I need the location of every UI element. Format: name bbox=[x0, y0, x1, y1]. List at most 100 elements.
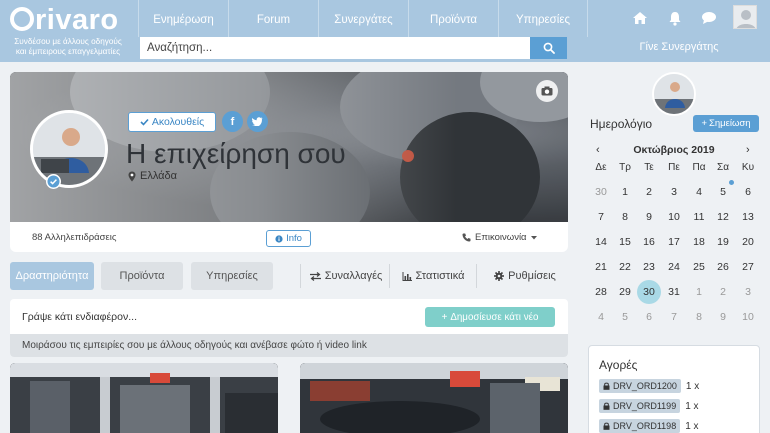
search-button[interactable] bbox=[530, 37, 567, 59]
calendar-day[interactable]: 7 bbox=[662, 306, 686, 328]
nav-item-services[interactable]: Υπηρεσίες bbox=[498, 0, 588, 37]
calendar-day[interactable]: 8 bbox=[687, 306, 711, 328]
calendar-day[interactable]: 22 bbox=[613, 256, 637, 278]
gear-icon bbox=[494, 271, 505, 281]
calendar-day[interactable]: 20 bbox=[736, 231, 760, 253]
nav-item-forum[interactable]: Forum bbox=[228, 0, 318, 37]
nav-item-partners[interactable]: Συνεργάτες bbox=[318, 0, 408, 37]
calendar-business-avatar[interactable] bbox=[652, 72, 696, 116]
calendar-day[interactable]: 11 bbox=[687, 206, 711, 228]
calendar-day[interactable]: 10 bbox=[662, 206, 686, 228]
calendar-day[interactable]: 7 bbox=[589, 206, 613, 228]
calendar-day[interactable]: 1 bbox=[687, 281, 711, 303]
interactions-count: 88 Αλληλεπιδράσεις bbox=[32, 232, 117, 243]
calendar-day[interactable]: 25 bbox=[687, 256, 711, 278]
calendar-day[interactable]: 2 bbox=[711, 281, 735, 303]
calendar-day[interactable]: 27 bbox=[736, 256, 760, 278]
feed-post-photo[interactable] bbox=[10, 363, 278, 433]
order-item[interactable]: DRV_ORD1200 1 x bbox=[599, 379, 699, 393]
logo-text: rivaro bbox=[35, 4, 119, 36]
calendar-day[interactable]: 2 bbox=[637, 181, 661, 203]
contact-label: Επικοινωνία bbox=[475, 232, 527, 243]
order-code-tag: DRV_ORD1200 bbox=[599, 379, 681, 393]
calendar-day[interactable]: 4 bbox=[589, 306, 613, 328]
calendar-day[interactable]: 3 bbox=[736, 281, 760, 303]
calendar-day[interactable]: 21 bbox=[589, 256, 613, 278]
calendar-day[interactable]: 24 bbox=[662, 256, 686, 278]
tab-statistics-label: Στατιστικά bbox=[415, 270, 465, 282]
calendar-day[interactable]: 1 bbox=[613, 181, 637, 203]
calendar-day[interactable]: 28 bbox=[589, 281, 613, 303]
tab-transactions[interactable]: Συναλλαγές bbox=[306, 262, 386, 290]
calendar-day[interactable]: 31 bbox=[662, 281, 686, 303]
weekday-header: Πε bbox=[668, 162, 680, 173]
calendar-day[interactable]: 19 bbox=[711, 231, 735, 253]
weekday-header: Τε bbox=[644, 162, 654, 173]
notifications-button[interactable] bbox=[665, 9, 685, 27]
become-partner-link[interactable]: Γίνε Συνεργάτης bbox=[588, 41, 770, 53]
business-profile-picture[interactable] bbox=[30, 110, 108, 188]
composer-prompt[interactable]: Γράψε κάτι ενδιαφέρον... bbox=[22, 311, 137, 323]
change-cover-button[interactable] bbox=[536, 80, 558, 102]
calendar-day[interactable]: 23 bbox=[637, 256, 661, 278]
calendar-day[interactable]: 13 bbox=[736, 206, 760, 228]
info-label: Info bbox=[286, 233, 302, 244]
tab-activity[interactable]: Δραστηριότητα bbox=[10, 262, 94, 290]
user-avatar[interactable] bbox=[733, 5, 757, 29]
profile-stats-row: 88 Αλληλεπιδράσεις Info Επικοινωνία bbox=[10, 222, 568, 252]
twitter-icon bbox=[252, 117, 263, 126]
calendar-day[interactable]: 26 bbox=[711, 256, 735, 278]
order-code-tag: DRV_ORD1199 bbox=[599, 399, 681, 413]
plus-icon: + bbox=[701, 118, 707, 129]
garage-photo bbox=[300, 363, 568, 433]
drivaro-logo[interactable]: rivaro bbox=[10, 4, 125, 36]
add-note-button[interactable]: + Σημείωση bbox=[693, 115, 759, 132]
facebook-button[interactable]: f bbox=[222, 111, 243, 132]
order-item[interactable]: DRV_ORD1198 1 x bbox=[599, 419, 699, 433]
calendar-day[interactable]: 18 bbox=[687, 231, 711, 253]
calendar-day[interactable]: 10 bbox=[736, 306, 760, 328]
exchange-icon bbox=[309, 271, 321, 281]
feed-post-photo[interactable] bbox=[300, 363, 568, 433]
calendar-day[interactable]: 16 bbox=[637, 231, 661, 253]
calendar-day[interactable]: 30 bbox=[589, 181, 613, 203]
twitter-button[interactable] bbox=[247, 111, 268, 132]
tab-statistics[interactable]: Στατιστικά bbox=[394, 262, 472, 290]
nav-item-news[interactable]: Ενημέρωση bbox=[138, 0, 228, 37]
tab-settings[interactable]: Ρυθμίσεις bbox=[482, 262, 568, 290]
info-button[interactable]: Info bbox=[266, 230, 311, 247]
follow-button[interactable]: Ακολουθείς bbox=[128, 112, 216, 132]
nav-item-products[interactable]: Προϊόντα bbox=[408, 0, 498, 37]
tab-services[interactable]: Υπηρεσίες bbox=[191, 262, 273, 290]
calendar-day[interactable]: 9 bbox=[637, 206, 661, 228]
calendar-day[interactable]: 9 bbox=[711, 306, 735, 328]
calendar-day[interactable]: 8 bbox=[613, 206, 637, 228]
calendar-day[interactable]: 4 bbox=[687, 181, 711, 203]
calendar-day[interactable]: 3 bbox=[662, 181, 686, 203]
weekday-header: Πα bbox=[692, 162, 706, 173]
calendar-day[interactable]: 29 bbox=[613, 281, 637, 303]
calendar-day[interactable]: 15 bbox=[613, 231, 637, 253]
order-quantity: 1 x bbox=[685, 420, 699, 432]
calendar-day[interactable]: 6 bbox=[637, 306, 661, 328]
order-item[interactable]: DRV_ORD1199 1 x bbox=[599, 399, 699, 413]
lock-icon bbox=[603, 382, 610, 390]
tab-products[interactable]: Προϊόντα bbox=[101, 262, 183, 290]
messages-button[interactable] bbox=[699, 9, 719, 27]
bar-chart-icon bbox=[402, 271, 412, 281]
contact-dropdown[interactable]: Επικοινωνία bbox=[462, 232, 537, 243]
weekday-header: Δε bbox=[595, 162, 607, 173]
search-input[interactable] bbox=[140, 37, 530, 59]
calendar-day-today[interactable]: 30 bbox=[637, 280, 661, 304]
calendar-day[interactable]: 17 bbox=[662, 231, 686, 253]
tab-divider bbox=[300, 264, 301, 288]
order-code: DRV_ORD1199 bbox=[613, 401, 677, 411]
calendar-day[interactable]: 6 bbox=[736, 181, 760, 203]
calendar-day[interactable]: 5 bbox=[613, 306, 637, 328]
calendar-day[interactable]: 12 bbox=[711, 206, 735, 228]
home-button[interactable] bbox=[630, 9, 650, 27]
calendar-day[interactable]: 14 bbox=[589, 231, 613, 253]
orders-title: Αγορές bbox=[599, 358, 638, 372]
new-post-button[interactable]: + Δημοσίευσε κάτι νέο bbox=[425, 307, 555, 327]
next-month-button[interactable]: › bbox=[746, 144, 750, 156]
